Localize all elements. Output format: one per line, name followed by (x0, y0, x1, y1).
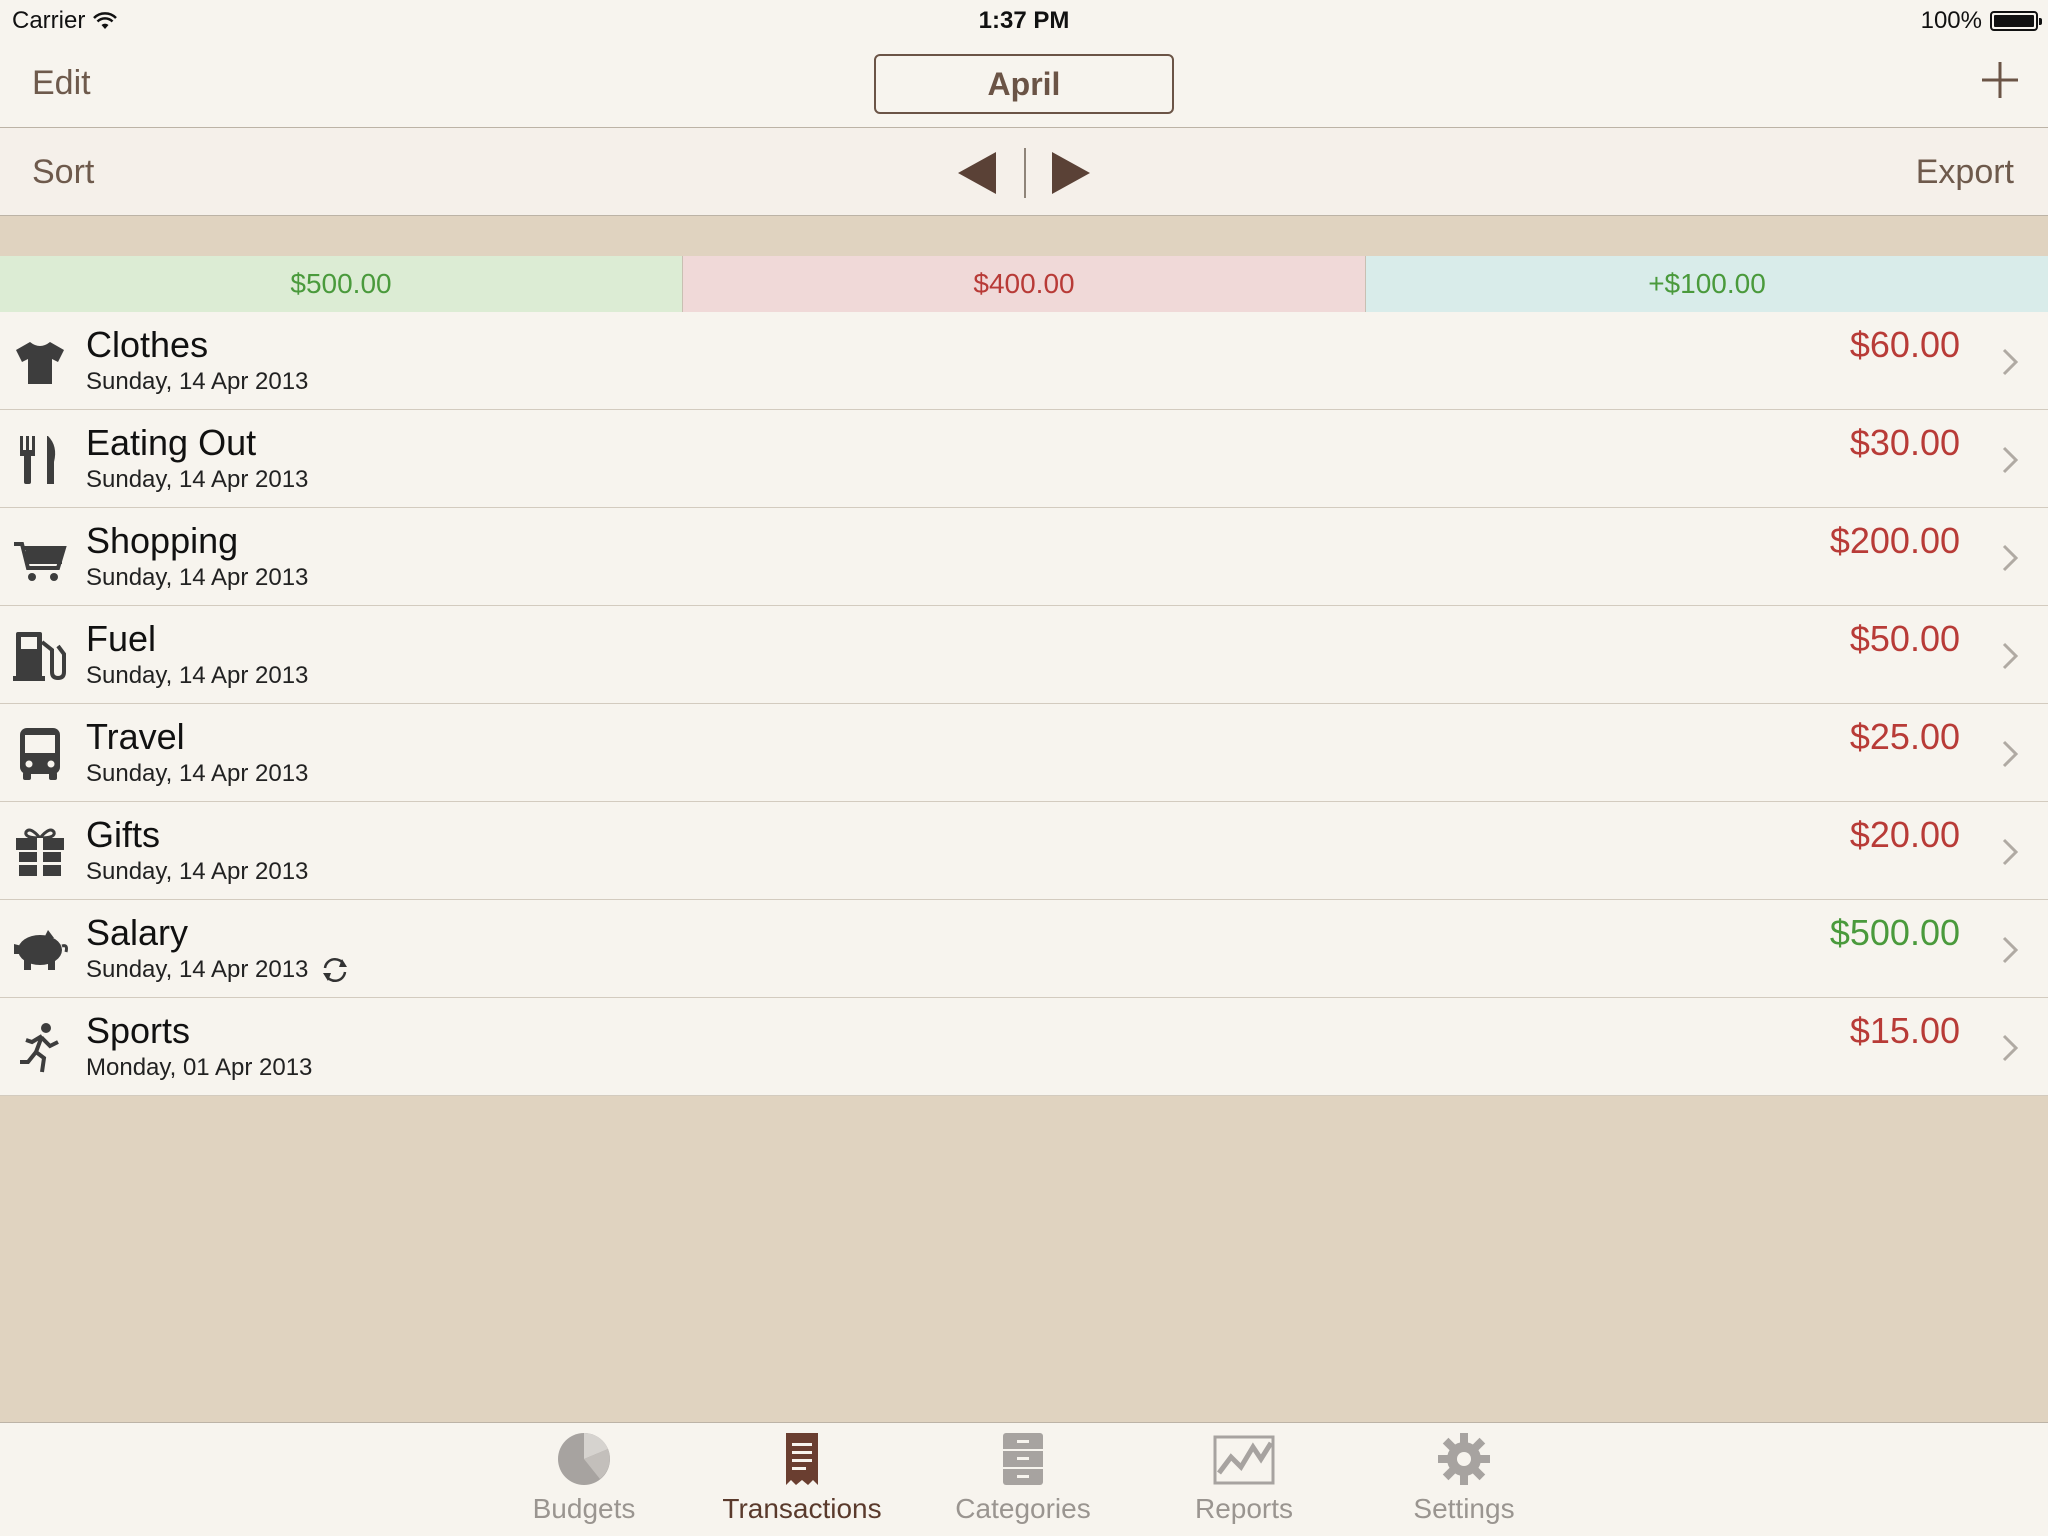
transaction-date: Sunday, 14 Apr 2013 (86, 858, 309, 885)
carrier-label: Carrier (12, 7, 86, 34)
expense-total: $400.00 (683, 256, 1366, 312)
tab-budgets[interactable]: Budgets (484, 1431, 684, 1535)
cabinet-icon (1003, 1433, 1043, 1485)
transaction-name: Clothes (86, 324, 209, 365)
runner-icon (20, 1023, 59, 1073)
gift-icon (16, 828, 64, 876)
chevron-right-icon (2002, 1034, 2019, 1062)
transaction-amount: $25.00 (1849, 716, 1960, 757)
edit-button[interactable]: Edit (32, 64, 91, 103)
chevron-right-icon (2002, 936, 2019, 964)
navigation-bar: Edit April (0, 40, 2048, 128)
transaction-list: Clothes Sunday, 14 Apr 2013 $60.00 Eatin… (0, 312, 2048, 1096)
transaction-amount: $50.00 (1849, 618, 1960, 659)
transaction-row[interactable]: Shopping Sunday, 14 Apr 2013 $200.00 (0, 508, 2048, 606)
chevron-right-icon (2002, 838, 2019, 866)
receipt-icon (786, 1433, 818, 1485)
transaction-amount: $30.00 (1849, 422, 1960, 463)
transaction-name: Sports (86, 1010, 191, 1051)
tab-label: Budgets (532, 1493, 636, 1524)
recurring-icon (323, 958, 348, 982)
battery-indicator: 100% (1920, 7, 2042, 35)
bus-icon (20, 728, 60, 780)
transaction-name: Travel (86, 716, 185, 757)
transaction-row[interactable]: Fuel Sunday, 14 Apr 2013 $50.00 (0, 606, 2048, 704)
battery-percent: 100% (1920, 7, 1982, 34)
tab-bar: Budgets Transactions Categories Reports (0, 1422, 2048, 1536)
cart-icon (14, 542, 67, 581)
transaction-row[interactable]: Eating Out Sunday, 14 Apr 2013 $30.00 (0, 410, 2048, 508)
transaction-date: Sunday, 14 Apr 2013 (86, 956, 350, 984)
balance-total: +$100.00 (1366, 256, 2048, 312)
tab-transactions[interactable]: Transactions (702, 1431, 902, 1535)
transaction-name: Gifts (86, 814, 161, 855)
pie-chart-icon (558, 1433, 610, 1485)
tshirt-icon (16, 342, 64, 384)
transaction-amount: $20.00 (1849, 814, 1960, 855)
transaction-date: Sunday, 14 Apr 2013 (86, 368, 309, 395)
fork-knife-icon (20, 436, 56, 484)
export-button[interactable]: Export (1916, 153, 2014, 192)
summary-strip: $500.00 $400.00 +$100.00 (0, 256, 2048, 312)
tab-label: Reports (1194, 1493, 1294, 1524)
chevron-right-icon (2002, 642, 2019, 670)
triangle-left-icon[interactable] (956, 150, 1000, 196)
transaction-row[interactable]: Salary Sunday, 14 Apr 2013 $500.00 (0, 900, 2048, 998)
tab-reports[interactable]: Reports (1144, 1431, 1344, 1535)
transaction-row[interactable]: Clothes Sunday, 14 Apr 2013 $60.00 (0, 312, 2048, 410)
month-selector[interactable]: April (874, 54, 1174, 114)
tab-categories[interactable]: Categories (923, 1431, 1123, 1535)
line-chart-icon (1213, 1435, 1275, 1485)
sort-button[interactable]: Sort (32, 153, 94, 192)
status-bar: Carrier 1:37 PM 100% (0, 0, 2048, 40)
transaction-row[interactable]: Travel Sunday, 14 Apr 2013 $25.00 (0, 704, 2048, 802)
tab-label: Categories (955, 1493, 1091, 1524)
transaction-date: Monday, 01 Apr 2013 (86, 1054, 313, 1081)
tab-label: Settings (1413, 1493, 1515, 1524)
plus-icon[interactable] (1980, 58, 2020, 102)
chevron-right-icon (2002, 446, 2019, 474)
transaction-name: Salary (86, 912, 189, 953)
transaction-amount: $200.00 (1829, 520, 1960, 561)
transaction-date: Sunday, 14 Apr 2013 (86, 466, 309, 493)
chevron-right-icon (2002, 544, 2019, 572)
transaction-amount: $60.00 (1849, 324, 1960, 365)
chevron-right-icon (2002, 348, 2019, 376)
carrier-indicator: Carrier (12, 7, 118, 35)
transaction-name: Eating Out (86, 422, 257, 463)
transaction-row[interactable]: Gifts Sunday, 14 Apr 2013 $20.00 (0, 802, 2048, 900)
transaction-name: Fuel (86, 618, 157, 659)
triangle-right-icon[interactable] (1048, 150, 1092, 196)
tab-label: Transactions (722, 1493, 882, 1524)
transaction-amount: $500.00 (1829, 912, 1960, 953)
arrow-divider (1024, 148, 1026, 198)
tab-settings[interactable]: Settings (1364, 1431, 1564, 1535)
piggy-bank-icon (14, 930, 68, 970)
gear-icon (1438, 1433, 1490, 1485)
wifi-icon (93, 12, 118, 29)
income-total: $500.00 (0, 256, 683, 312)
transaction-name: Shopping (86, 520, 239, 561)
transaction-date: Sunday, 14 Apr 2013 (86, 662, 309, 689)
clock: 1:37 PM (978, 7, 1070, 34)
transaction-row[interactable]: Sports Monday, 01 Apr 2013 $15.00 (0, 998, 2048, 1096)
transaction-date: Sunday, 14 Apr 2013 (86, 760, 309, 787)
fuel-pump-icon (13, 632, 66, 681)
transaction-date: Sunday, 14 Apr 2013 (86, 564, 309, 591)
transaction-amount: $15.00 (1849, 1010, 1960, 1051)
chevron-right-icon (2002, 740, 2019, 768)
battery-icon (1990, 11, 2042, 31)
toolbar: Sort Export (0, 128, 2048, 216)
